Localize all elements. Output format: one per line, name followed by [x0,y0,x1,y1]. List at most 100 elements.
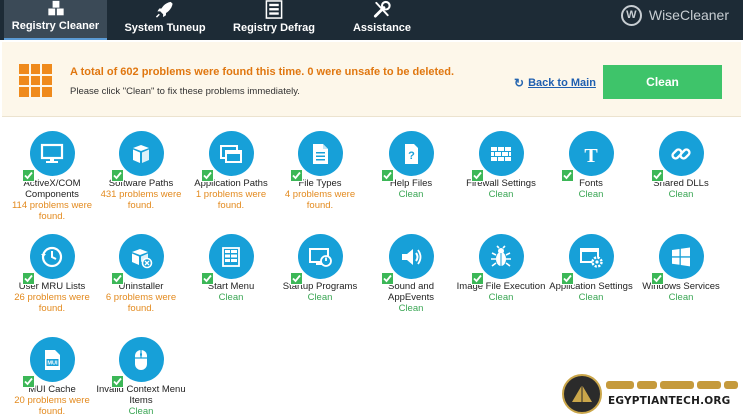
checkmark-icon [23,171,33,180]
item-status: 20 problems were found. [14,395,90,417]
item-status: Clean [578,292,604,303]
checkmark-icon [112,171,122,180]
checkmark-icon [23,274,33,283]
item-status: Clean [128,406,154,417]
app-windows-icon [220,144,242,163]
item-startup-programs[interactable]: Startup Programs Clean [275,234,365,303]
help-file-icon: ? [405,143,418,164]
item-status: 4 problems were found. [284,189,356,211]
mouse-icon [135,349,147,370]
item-help-files[interactable]: ? Help Files Clean [366,131,456,200]
bug-icon [491,244,511,267]
checkmark-icon [112,274,122,283]
checkmark-icon [23,377,33,386]
tab-label: Registry Cleaner [11,20,100,32]
document-icon [313,143,328,164]
item-start-menu[interactable]: Start Menu Clean [186,234,276,303]
start-menu-icon [222,246,240,267]
defrag-bars-icon [265,0,283,19]
item-application-paths[interactable]: Application Paths 1 problems were found. [186,131,276,211]
tab-label: System Tuneup [124,22,206,34]
item-name: File Types [298,178,342,189]
registry-cubes-icon [47,0,64,16]
item-fonts[interactable]: T Fonts Clean [546,131,636,200]
item-name: MUI Cache [28,384,76,395]
item-checkbox[interactable] [380,272,394,285]
item-status: 6 problems were found. [105,292,177,314]
windows-logo-icon [672,247,690,266]
checkmark-icon [202,274,212,283]
item-status: Clean [398,189,424,200]
item-sound-appevents[interactable]: Sound and AppEvents Clean [366,234,456,314]
history-clock-icon [41,246,63,267]
item-uninstaller[interactable]: Uninstaller 6 problems were found. [96,234,186,314]
item-checkbox[interactable] [21,375,35,388]
item-status: Clean [398,303,424,314]
item-mui-cache[interactable]: MUI MUI Cache 20 problems were found. [7,337,97,417]
item-shared-dlls[interactable]: Shared DLLs Clean [636,131,726,200]
item-status: 114 problems were found. [11,200,93,222]
top-navigation-bar: Registry Cleaner System Tuneup Registry … [0,0,743,40]
startup-power-icon [309,247,332,267]
item-firewall-settings[interactable]: Firewall Settings Clean [456,131,546,200]
item-checkbox[interactable] [650,272,664,285]
item-user-mru-lists[interactable]: User MRU Lists 26 problems were found. [7,234,97,314]
registry-grid-icon [19,64,52,97]
tab-registry-defrag[interactable]: Registry Defrag [226,0,322,40]
watermark-text: EGYPTIANTECH.ORG [608,395,731,407]
rocket-icon [155,1,173,18]
item-invalid-context-menu[interactable]: Invalid Context Menu Items Clean [96,337,186,417]
item-checkbox[interactable] [21,169,35,182]
brand: W WiseCleaner [620,3,729,27]
pyramid-icon [572,385,592,402]
item-status: Clean [578,189,604,200]
item-checkbox[interactable] [560,272,574,285]
item-checkbox[interactable] [380,169,394,182]
watermark-seal-icon [562,374,602,414]
item-application-settings[interactable]: Application Settings Clean [546,234,636,303]
item-checkbox[interactable] [470,169,484,182]
tab-assistance[interactable]: Assistance [346,0,418,40]
tab-registry-cleaner[interactable]: Registry Cleaner [4,0,107,40]
scan-summary-banner: A total of 602 problems were found this … [2,42,741,117]
item-checkbox[interactable] [110,169,124,182]
item-status: 431 problems were found. [100,189,182,211]
item-checkbox[interactable] [289,169,303,182]
checkmark-icon [562,171,572,180]
item-status: Clean [668,189,694,200]
item-checkbox[interactable] [560,169,574,182]
clean-button[interactable]: Clean [603,65,722,99]
item-checkbox[interactable] [21,272,35,285]
item-name: Help Files [389,178,433,189]
item-activex-com[interactable]: ActiveX/COM Components 114 problems were… [7,131,97,222]
item-checkbox[interactable] [200,272,214,285]
checkmark-icon [382,171,392,180]
back-to-main-link[interactable]: ↻ Back to Main [514,76,596,90]
item-checkbox[interactable] [110,375,124,388]
speaker-icon [402,248,422,265]
software-box-icon [133,144,149,163]
watermark: EGYPTIANTECH.ORG [560,374,743,418]
tab-label: Assistance [352,22,412,34]
refresh-icon: ↻ [514,76,525,90]
checkmark-icon [112,377,122,386]
watermark-arabic-lettering [606,378,738,391]
item-file-types[interactable]: File Types 4 problems were found. [275,131,365,211]
item-checkbox[interactable] [200,169,214,182]
item-software-paths[interactable]: Software Paths 431 problems were found. [96,131,186,211]
item-checkbox[interactable] [650,169,664,182]
item-name: Fonts [579,178,603,189]
uninstall-box-icon [132,248,153,268]
item-checkbox[interactable] [289,272,303,285]
item-checkbox[interactable] [110,272,124,285]
item-windows-services[interactable]: Windows Services Clean [636,234,726,303]
item-status: Clean [488,189,514,200]
svg-text:?: ? [408,150,415,162]
item-checkbox[interactable] [470,272,484,285]
scan-summary-text: A total of 602 problems were found this … [70,66,455,78]
font-icon: T [584,145,598,167]
tab-system-tuneup[interactable]: System Tuneup [118,0,212,40]
item-status: Clean [668,292,694,303]
checkmark-icon [291,274,301,283]
item-image-file-execution[interactable]: Image File Execution Clean [456,234,546,303]
